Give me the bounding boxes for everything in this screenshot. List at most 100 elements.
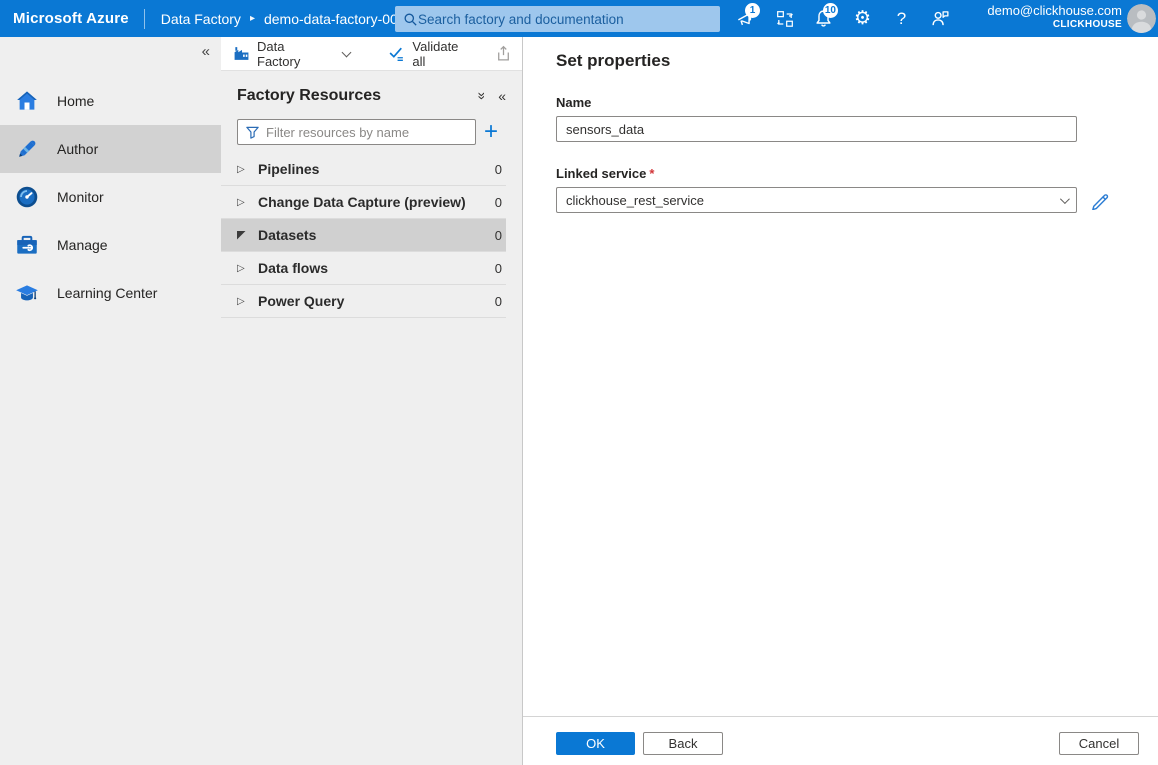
breadcrumb-section[interactable]: Data Factory	[161, 11, 241, 27]
tree-item-count: 0	[495, 228, 504, 243]
global-search[interactable]	[395, 6, 720, 32]
search-icon	[403, 12, 418, 27]
chevron-down-icon	[342, 47, 352, 57]
tree-item-count: 0	[495, 261, 504, 276]
tree-item-label: Pipelines	[258, 161, 319, 177]
sidebar-item-label: Home	[57, 93, 94, 109]
linked-service-label: Linked service*	[556, 166, 1158, 181]
add-resource-button[interactable]: +	[476, 119, 506, 145]
filter-funnel-icon	[245, 125, 260, 140]
linked-service-value: clickhouse_rest_service	[566, 193, 704, 208]
sidebar-item-label: Monitor	[57, 189, 104, 205]
topbar-icon-group: 1 10 ⚙ ?	[726, 0, 960, 37]
tree-item-count: 0	[495, 195, 504, 210]
tree-item-label: Data flows	[258, 260, 328, 276]
gear-icon: ⚙	[854, 9, 871, 28]
sidebar-item-learning-center[interactable]: Learning Center	[0, 269, 221, 317]
tree-item-count: 0	[495, 162, 504, 177]
set-properties-panel: Set properties Name Linked service* clic…	[523, 37, 1158, 765]
caret-collapsed-icon[interactable]: ▷	[237, 296, 245, 307]
help-icon: ?	[897, 9, 906, 29]
settings-button[interactable]: ⚙	[843, 0, 882, 37]
switch-factory-button[interactable]	[765, 0, 804, 37]
tree-item-label: Power Query	[258, 293, 344, 309]
breadcrumb-caret-icon: ▸	[250, 13, 255, 24]
panel-title: Factory Resources	[237, 87, 476, 105]
resource-tree: ▷ Pipelines 0 ▷ Change Data Capture (pre…	[221, 153, 506, 318]
factory-menu-label: Data Factory	[257, 39, 331, 69]
edit-linked-service-button[interactable]	[1090, 191, 1109, 210]
notifications-button[interactable]: 10	[804, 0, 843, 37]
tree-item-count: 0	[495, 294, 504, 309]
required-asterisk: *	[649, 166, 654, 181]
linked-service-select[interactable]: clickhouse_rest_service	[556, 187, 1077, 213]
sidebar-item-manage[interactable]: Manage	[0, 221, 221, 269]
sidebar-item-label: Author	[57, 141, 98, 157]
tree-item-change-data-capture[interactable]: ▷ Change Data Capture (preview) 0	[221, 186, 506, 219]
factory-menu-button[interactable]: Data Factory	[233, 39, 350, 69]
validate-icon	[388, 45, 405, 62]
chevron-down-icon	[1060, 194, 1070, 204]
user-email: demo@clickhouse.com	[987, 3, 1122, 19]
help-button[interactable]: ?	[882, 0, 921, 37]
azure-brand[interactable]: Microsoft Azure	[0, 10, 144, 27]
back-button[interactable]: Back	[643, 732, 723, 755]
switch-windows-icon	[776, 10, 794, 28]
cancel-button[interactable]: Cancel	[1059, 732, 1139, 755]
account-info[interactable]: demo@clickhouse.com CLICKHOUSE	[987, 3, 1122, 32]
panel-title-row: Factory Resources « «	[221, 71, 522, 105]
search-input[interactable]	[418, 12, 720, 27]
factory-icon	[233, 45, 250, 62]
linked-service-label-text: Linked service	[556, 166, 646, 181]
collapse-all-icon[interactable]: «	[472, 92, 488, 100]
tree-item-data-flows[interactable]: ▷ Data flows 0	[221, 252, 506, 285]
nav-list: Home Author Monitor Manage	[0, 77, 221, 317]
sidebar-item-monitor[interactable]: Monitor	[0, 173, 221, 221]
topbar-divider	[144, 9, 145, 29]
home-icon	[14, 88, 40, 114]
breadcrumb-resource[interactable]: demo-data-factory-00	[264, 11, 398, 27]
ok-button[interactable]: OK	[556, 732, 635, 755]
caret-collapsed-icon[interactable]: ▷	[237, 197, 245, 208]
left-navigation: « Home Author Monitor	[0, 37, 221, 765]
factory-resources-panel: Data Factory Validate all Factory Resour…	[221, 37, 523, 765]
toolbox-icon	[14, 232, 40, 258]
announcements-button[interactable]: 1	[726, 0, 765, 37]
export-button[interactable]	[495, 45, 512, 62]
filter-row: +	[237, 119, 506, 145]
collapse-sidenav-icon[interactable]: «	[202, 43, 210, 60]
sidebar-item-author[interactable]: Author	[0, 125, 221, 173]
tree-item-power-query[interactable]: ▷ Power Query 0	[221, 285, 506, 318]
notifications-badge: 10	[823, 3, 838, 18]
filter-box[interactable]	[237, 119, 476, 145]
pencil-icon	[14, 136, 40, 162]
announcements-badge: 1	[745, 3, 760, 18]
sidebar-item-home[interactable]: Home	[0, 77, 221, 125]
sidebar-item-label: Manage	[57, 237, 108, 253]
collapse-panel-icon[interactable]: «	[498, 88, 506, 104]
tree-item-pipelines[interactable]: ▷ Pipelines 0	[221, 153, 506, 186]
gauge-icon	[14, 184, 40, 210]
page-title: Set properties	[556, 51, 1158, 71]
name-label: Name	[556, 95, 1158, 110]
avatar[interactable]	[1127, 4, 1156, 33]
graduation-cap-icon	[14, 280, 40, 306]
feedback-button[interactable]	[921, 0, 960, 37]
filter-resources-input[interactable]	[266, 125, 475, 140]
caret-collapsed-icon[interactable]: ▷	[237, 164, 245, 175]
resource-toolbar: Data Factory Validate all	[221, 37, 522, 71]
footer-bar: OK Back Cancel	[523, 716, 1158, 765]
export-icon	[495, 45, 512, 62]
validate-all-button[interactable]: Validate all	[388, 39, 475, 69]
tree-item-label: Change Data Capture (preview)	[258, 194, 466, 210]
top-bar: Microsoft Azure Data Factory ▸ demo-data…	[0, 0, 1158, 37]
sidebar-item-label: Learning Center	[57, 285, 157, 301]
validate-all-label: Validate all	[412, 39, 475, 69]
feedback-person-icon	[931, 9, 950, 28]
name-input[interactable]	[556, 116, 1077, 142]
caret-collapsed-icon[interactable]: ▷	[237, 263, 245, 274]
caret-expanded-icon[interactable]	[237, 231, 246, 240]
tree-item-datasets[interactable]: Datasets 0	[221, 219, 506, 252]
user-tenant: CLICKHOUSE	[987, 19, 1122, 32]
tree-item-label: Datasets	[258, 227, 316, 243]
